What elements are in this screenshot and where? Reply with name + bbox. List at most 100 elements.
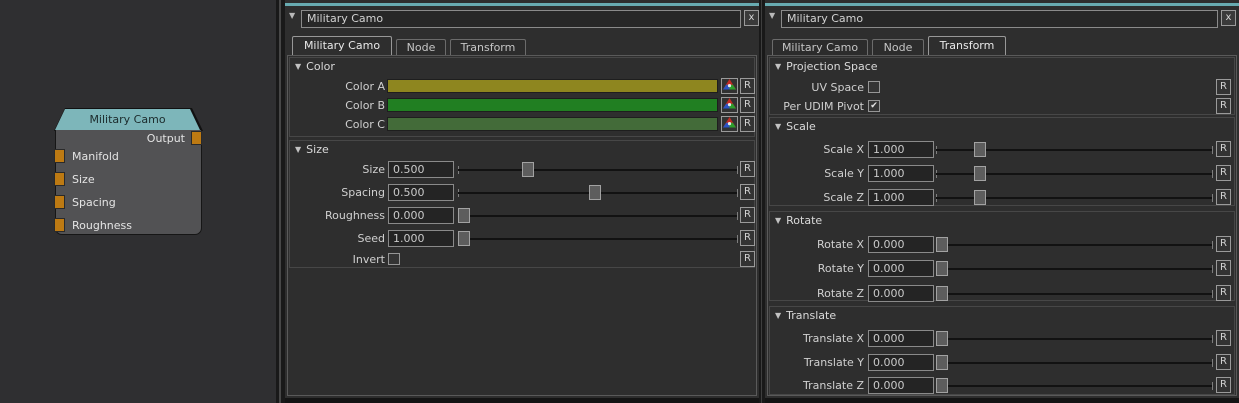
roughness-label: Roughness [290, 208, 385, 223]
reset-button[interactable]: R [740, 207, 755, 223]
per-udim-pivot-row: Per UDIM Pivot ✔ R [770, 98, 1234, 115]
reset-button[interactable]: R [740, 97, 755, 113]
slider-handle[interactable] [936, 286, 948, 301]
scale-x-slider[interactable] [936, 142, 1213, 157]
reset-button[interactable]: R [1216, 98, 1231, 114]
spacing-input-port[interactable] [54, 195, 65, 209]
size-input-port[interactable] [54, 172, 65, 186]
output-port[interactable] [191, 131, 202, 145]
reset-button[interactable]: R [1216, 141, 1231, 157]
scale-x-input[interactable]: 1.000 [868, 141, 934, 158]
collapse-triangle-icon[interactable]: ▼ [289, 11, 301, 20]
tab-node[interactable]: Node [396, 39, 446, 55]
node-body[interactable]: Output Manifold Size Spacing Roug [55, 130, 202, 235]
color-c-swatch[interactable] [387, 117, 718, 131]
manifold-input-port[interactable] [54, 149, 65, 163]
collapse-triangle-icon[interactable]: ▼ [295, 60, 301, 73]
collapse-triangle-icon[interactable]: ▼ [775, 120, 781, 133]
reset-button[interactable]: R [1216, 285, 1231, 301]
invert-checkbox[interactable] [388, 253, 400, 265]
tab-transform[interactable]: Transform [450, 39, 526, 55]
slider-handle[interactable] [458, 208, 470, 223]
close-panel-button[interactable]: x [1221, 10, 1236, 26]
reset-button[interactable]: R [1216, 330, 1231, 346]
reset-button[interactable]: R [1216, 377, 1231, 393]
slider-handle[interactable] [936, 331, 948, 346]
close-panel-button[interactable]: x [744, 10, 759, 26]
panel-title-field[interactable]: Military Camo [301, 10, 741, 28]
rotate-y-input[interactable]: 0.000 [868, 260, 934, 277]
rotate-z-input[interactable]: 0.000 [868, 285, 934, 302]
color-picker-button[interactable] [721, 116, 738, 132]
translate-x-slider[interactable] [936, 331, 1213, 346]
reset-button[interactable]: R [740, 116, 755, 132]
tab-node[interactable]: Node [872, 39, 924, 55]
seed-input[interactable]: 1.000 [388, 230, 454, 247]
size-input[interactable]: 0.500 [388, 161, 454, 178]
panel-splitter[interactable] [276, 0, 285, 403]
reset-button[interactable]: R [1216, 79, 1231, 95]
roughness-input[interactable]: 0.000 [388, 207, 454, 224]
rotate-x-slider[interactable] [936, 237, 1213, 252]
reset-button[interactable]: R [740, 251, 755, 267]
size-slider[interactable] [458, 162, 738, 177]
rotate-y-slider[interactable] [936, 261, 1213, 276]
tab-military-camo[interactable]: Military Camo [772, 39, 868, 55]
collapse-triangle-icon[interactable]: ▼ [769, 11, 781, 20]
slider-handle[interactable] [936, 237, 948, 252]
spacing-slider[interactable] [458, 185, 738, 200]
translate-y-slider[interactable] [936, 355, 1213, 370]
color-a-swatch[interactable] [387, 79, 718, 93]
node-graph-canvas[interactable]: Military Camo Output Manifold Size Spac [0, 0, 276, 403]
rotate-x-input[interactable]: 0.000 [868, 236, 934, 253]
node-title[interactable]: Military Camo [55, 109, 200, 130]
roughness-input-port[interactable] [54, 218, 65, 232]
slider-handle[interactable] [936, 261, 948, 276]
tab-transform[interactable]: Transform [928, 36, 1006, 55]
uv-space-checkbox[interactable] [868, 81, 880, 93]
reset-button[interactable]: R [1216, 236, 1231, 252]
slider-handle[interactable] [589, 185, 601, 200]
translate-x-input[interactable]: 0.000 [868, 330, 934, 347]
collapse-triangle-icon[interactable]: ▼ [775, 309, 781, 322]
reset-button[interactable]: R [740, 161, 755, 177]
color-picker-button[interactable] [721, 97, 738, 113]
translate-z-input[interactable]: 0.000 [868, 377, 934, 394]
seed-slider[interactable] [458, 231, 738, 246]
per-udim-pivot-checkbox[interactable]: ✔ [868, 100, 880, 112]
translate-y-input[interactable]: 0.000 [868, 354, 934, 371]
collapse-triangle-icon[interactable]: ▼ [775, 60, 781, 73]
tab-military-camo[interactable]: Military Camo [292, 36, 392, 55]
scale-y-slider[interactable] [936, 166, 1213, 181]
military-camo-node[interactable]: Military Camo Output Manifold Size Spac [55, 109, 202, 235]
panel-title-field[interactable]: Military Camo [781, 10, 1218, 28]
slider-handle[interactable] [974, 142, 986, 157]
rotate-section-header: ▼Rotate [775, 214, 822, 227]
collapse-triangle-icon[interactable]: ▼ [295, 143, 301, 156]
reset-button[interactable]: R [1216, 189, 1231, 205]
spacing-input[interactable]: 0.500 [388, 184, 454, 201]
slider-handle[interactable] [974, 166, 986, 181]
rotate-z-slider[interactable] [936, 286, 1213, 301]
collapse-triangle-icon[interactable]: ▼ [775, 214, 781, 227]
scale-y-input[interactable]: 1.000 [868, 165, 934, 182]
color-b-swatch[interactable] [387, 98, 718, 112]
scale-section-header: ▼Scale [775, 120, 816, 133]
roughness-slider[interactable] [458, 208, 738, 223]
reset-button[interactable]: R [740, 78, 755, 94]
panel-accent-bar [285, 3, 759, 6]
scale-z-input[interactable]: 1.000 [868, 189, 934, 206]
slider-handle[interactable] [522, 162, 534, 177]
reset-button[interactable]: R [1216, 260, 1231, 276]
translate-z-slider[interactable] [936, 378, 1213, 393]
reset-button[interactable]: R [1216, 165, 1231, 181]
slider-handle[interactable] [974, 190, 986, 205]
reset-button[interactable]: R [740, 230, 755, 246]
slider-handle[interactable] [936, 378, 948, 393]
reset-button[interactable]: R [1216, 354, 1231, 370]
color-picker-button[interactable] [721, 78, 738, 94]
slider-handle[interactable] [936, 355, 948, 370]
reset-button[interactable]: R [740, 184, 755, 200]
scale-z-slider[interactable] [936, 190, 1213, 205]
slider-handle[interactable] [458, 231, 470, 246]
